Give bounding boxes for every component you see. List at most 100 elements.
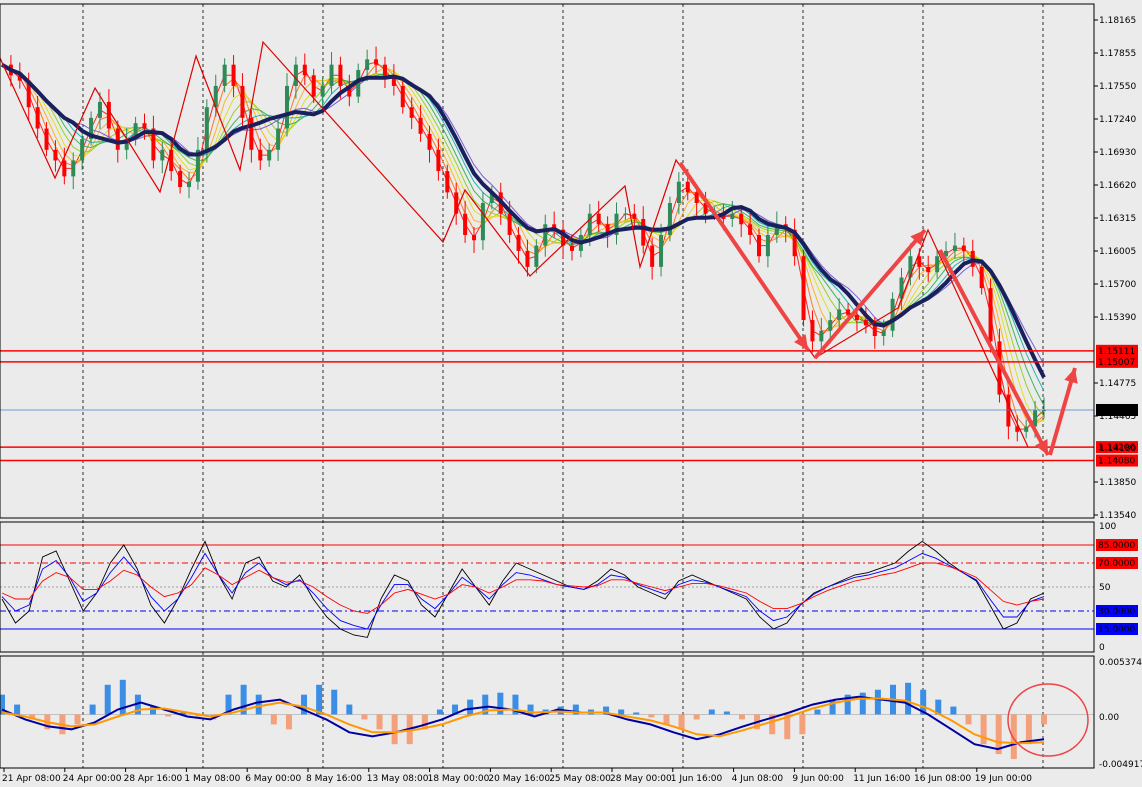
candle-body (659, 234, 664, 267)
candle-body (187, 181, 192, 188)
candle-body (240, 85, 245, 118)
candle-body (801, 256, 806, 321)
macd-histogram-bar (723, 711, 730, 715)
candle-body (543, 224, 548, 246)
candle-body (534, 245, 539, 267)
candle-body (765, 234, 770, 257)
candle-body (828, 320, 833, 331)
x-tick-label: 1 Jun 16:00 (671, 774, 723, 784)
candle-body (374, 59, 379, 65)
ribbon-ma-line (1, 64, 1045, 392)
macd-histogram-bar (436, 709, 443, 715)
y-tick-label: 1.17550 (1099, 82, 1136, 92)
macd-y-label: -0.004917 (1099, 760, 1142, 770)
x-tick-label: 21 Apr 08:00 (2, 774, 61, 784)
macd-histogram-bar (74, 714, 81, 725)
candle-body (329, 64, 334, 86)
vertical-gridlines (82, 4, 1044, 768)
candle-body (382, 64, 387, 76)
ribbon-ma-line (1, 64, 1045, 417)
candle-body (480, 203, 485, 241)
ribbon-ma-line (1, 64, 1045, 425)
macd-histogram-bar (497, 692, 504, 715)
candle-body (685, 181, 690, 193)
y-tick-label: 1.16315 (1099, 214, 1136, 224)
macd-highlight-circle (1007, 683, 1089, 757)
macd-y-label: 0.00 (1099, 713, 1119, 723)
candle-body (1024, 426, 1029, 432)
macd-histogram-bar (285, 714, 292, 730)
candle-body (890, 298, 895, 331)
x-tick-label: 13 May 08:00 (367, 774, 429, 784)
osc-series-line (1, 552, 1045, 630)
slow-ma-line (0, 62, 1046, 379)
candle-body (160, 149, 165, 161)
candle-body (676, 181, 681, 204)
x-tick-label: 18 May 00:00 (428, 774, 490, 784)
y-tick-label: 1.17240 (1099, 115, 1136, 125)
macd-histogram-bar (738, 714, 745, 720)
candle-body (409, 107, 414, 118)
candle-body (854, 314, 859, 321)
x-tick-label: 8 May 16:00 (306, 774, 362, 784)
y-tick-label: 1.16005 (1099, 247, 1136, 257)
candle-body (739, 213, 744, 225)
macd-histogram-bar (678, 714, 685, 730)
macd-histogram-bar (950, 706, 957, 715)
macd-histogram-bar (391, 714, 398, 745)
osc-tag-label: 15.0000 (1098, 625, 1135, 635)
candle-body (935, 256, 940, 273)
candle-body (400, 85, 405, 108)
x-tick-label: 25 May 08:00 (549, 774, 611, 784)
candle-body (338, 64, 343, 86)
price-axis: 1.18165 1.17855 1.17550 1.17240 1.16930 1.166… (1094, 16, 1136, 521)
candle-body (569, 245, 574, 251)
candle-body (445, 171, 450, 193)
osc-y-label: 0 (1099, 643, 1105, 653)
price-level-tag: 1.15007 (1096, 355, 1138, 368)
osc-level-tag: 70.0000 (1096, 557, 1138, 569)
candle-body (436, 149, 441, 172)
macd-histogram-bar (648, 714, 655, 718)
y-tick-label: 1.16930 (1099, 148, 1136, 158)
x-tick-label: 11 Jun 16:00 (853, 774, 910, 784)
osc-tag-label: 85.0000 (1098, 541, 1135, 551)
y-tick-label-hidden: 1.14180 (1099, 444, 1136, 454)
candle-body (178, 171, 183, 188)
candle-body (872, 325, 877, 337)
candle-body (44, 128, 49, 150)
y-tick-label: 1.16620 (1099, 181, 1136, 191)
candle-body (142, 123, 147, 129)
y-tick-label: 1.13850 (1099, 478, 1136, 488)
price-tag-label: 1.15007 (1098, 358, 1135, 368)
candle-body (632, 213, 637, 219)
candle-body (311, 75, 316, 97)
macd-histogram-bar (331, 689, 338, 715)
macd-histogram-bar (14, 704, 21, 715)
x-tick-label: 16 Jun 08:00 (914, 774, 971, 784)
ribbon-ma-line (1, 64, 1045, 429)
candle-body (810, 320, 815, 342)
macd-histogram-bar (316, 684, 323, 715)
x-tick-label: 24 Apr 00:00 (63, 774, 122, 784)
candles (8, 46, 1046, 442)
osc-tag-label: 70.0000 (1098, 559, 1135, 569)
candle-body (35, 107, 40, 129)
x-tick-label: 4 Jun 08:00 (732, 774, 784, 784)
price-frame (0, 3, 1095, 519)
osc-y-label: 100 (1099, 522, 1116, 532)
macd-histogram-bar (1025, 714, 1032, 745)
time-axis: 21 Apr 08:00 24 Apr 00:00 28 Apr 16:00 1 Ma… (2, 768, 1032, 784)
macd-line (1, 695, 1045, 751)
trend-arrow-down-1 (678, 161, 810, 352)
x-tick-label: 28 Apr 16:00 (124, 774, 183, 784)
osc-level-tag: 15.0000 (1096, 623, 1138, 635)
ribbon-ma-line (1, 64, 1045, 407)
macd-histogram-bar (814, 709, 821, 715)
macd-histogram-bar (1041, 714, 1047, 725)
candle-body (1006, 394, 1011, 427)
candle-body (222, 64, 227, 86)
macd-histogram-bar (633, 712, 640, 715)
macd-histogram-bar (346, 704, 353, 715)
macd-histogram-bar (104, 684, 111, 715)
